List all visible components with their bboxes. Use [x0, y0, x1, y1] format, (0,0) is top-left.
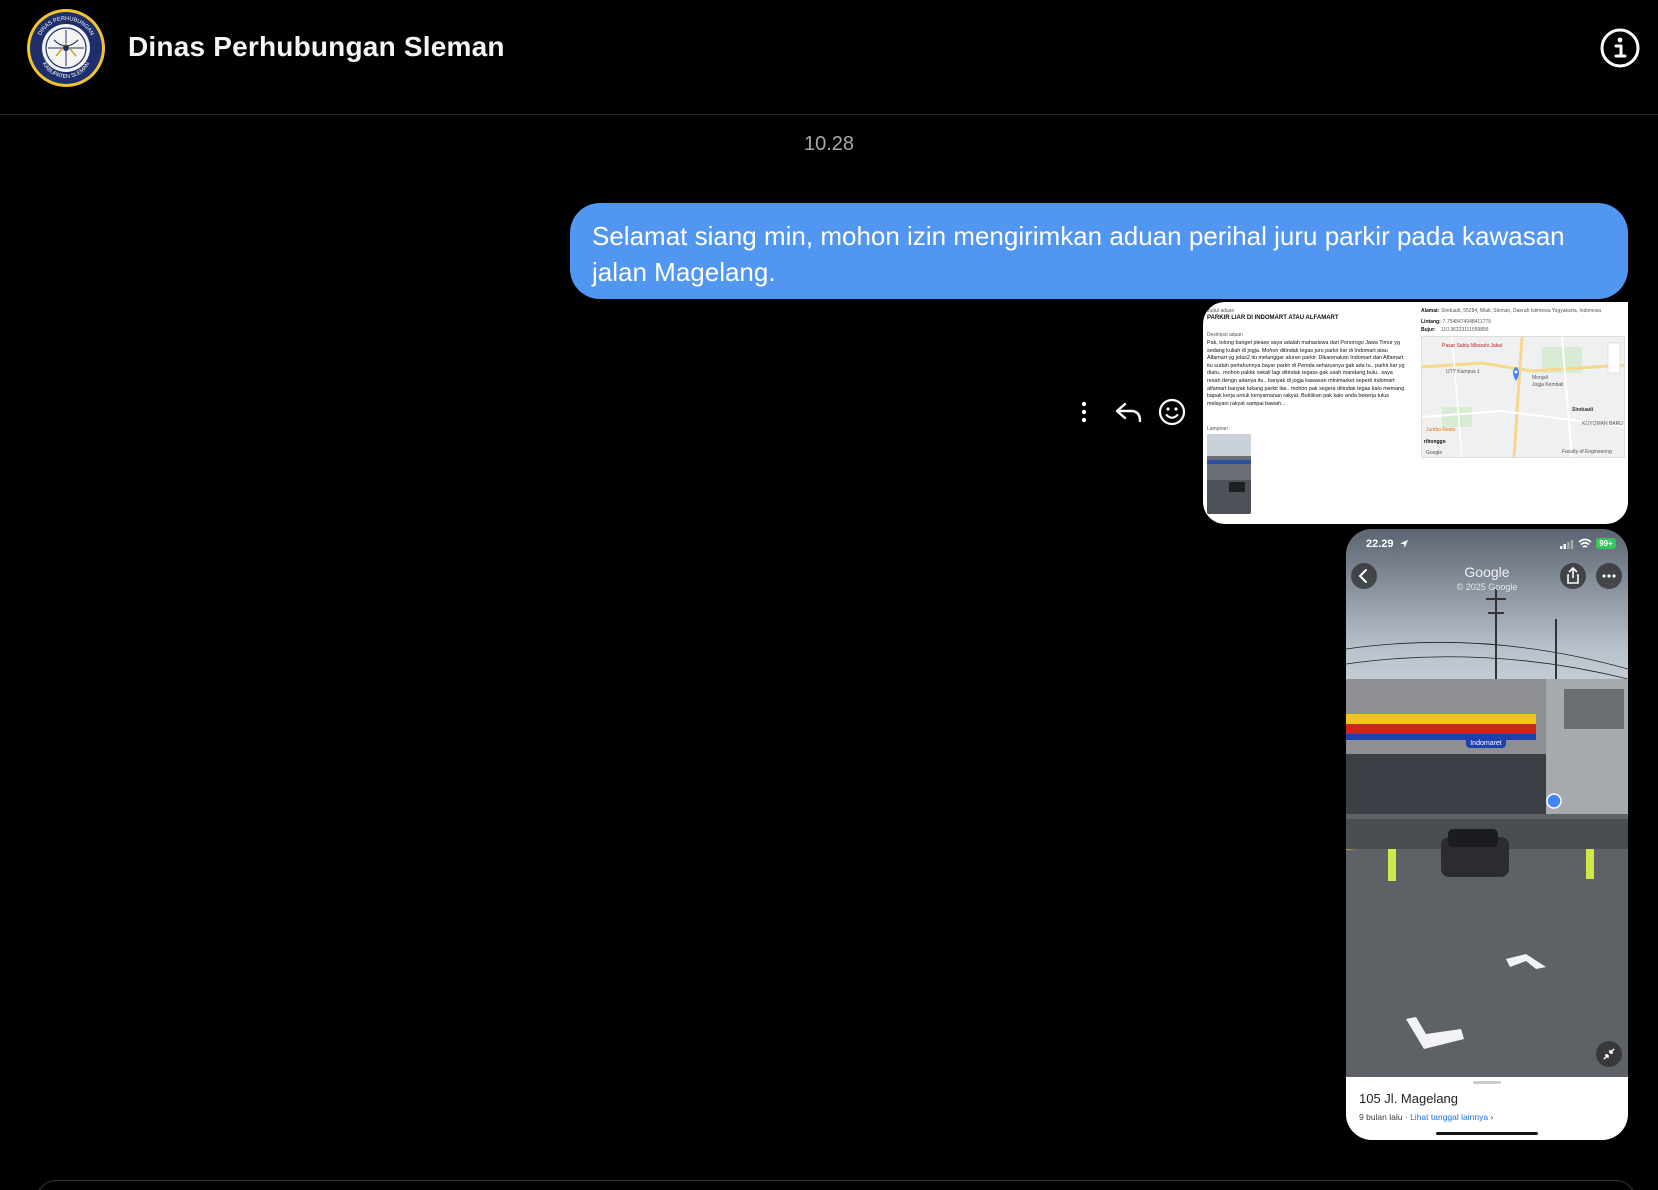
streetview-screenshot-image[interactable]: Indomaret 22.29 99+ Google © 2025 Google… [1346, 529, 1628, 1140]
deskripsi-value: Pak, tolong banget please saya adalah ma… [1207, 340, 1405, 407]
map-label-8: rihonggo [1424, 439, 1446, 445]
map-label-9: Faculty of Engineering [1562, 449, 1612, 455]
chevron-left-icon [1358, 569, 1367, 583]
report-screenshot-image[interactable]: Judul aduan PARKIR LIAR DI INDOMART ATAU… [1203, 302, 1628, 524]
map-label-2: UTY Kampus 1 [1446, 369, 1480, 375]
collapse-arrows-icon [1603, 1048, 1615, 1060]
share-icon [1567, 566, 1579, 584]
message-composer[interactable] [36, 1180, 1636, 1190]
alamat-label: Alamat: [1421, 308, 1440, 314]
phone-status-bar: 22.29 99+ [1346, 529, 1628, 559]
more-horizontal-icon [1602, 574, 1616, 578]
battery-badge: 99+ [1596, 538, 1616, 549]
map-label-1: Pasar Sabtu Mbarahi Jakai [1442, 343, 1503, 349]
streetview-scene: Indomaret [1346, 529, 1628, 1077]
outgoing-message-bubble[interactable]: Selamat siang min, mohon izin mengirimka… [570, 203, 1628, 299]
chat-header: DINAS PERHUBUNGAN KABUPATEN SLEMAN Dinas… [0, 0, 1658, 115]
store-sign-text: Indomaret [1470, 740, 1502, 747]
bujur-label: Bujur: [1421, 327, 1436, 333]
smiley-icon[interactable] [1156, 396, 1188, 428]
map-label-5: Jogja Kembali [1532, 382, 1564, 388]
more-vertical-icon[interactable] [1068, 396, 1100, 428]
drag-handle[interactable] [1473, 1081, 1501, 1084]
map-background [1422, 337, 1624, 457]
share-button[interactable] [1560, 563, 1586, 589]
collapse-button[interactable] [1596, 1041, 1622, 1067]
message-timestamp: 10.28 [803, 133, 855, 155]
see-more-dates-link[interactable]: Lihat tanggal lainnya [1410, 1112, 1488, 1122]
place-address: 105 Jl. Magelang [1359, 1091, 1459, 1106]
lintang-label: Lintang: [1421, 319, 1441, 325]
bujur-value: 110.36223111559856 [1441, 327, 1489, 333]
judul-value: PARKIR LIAR DI INDOMART ATAU ALFAMART [1207, 315, 1339, 321]
location-map: Pasar Sabtu Mbarahi Jakai UTY Kampus 1 S… [1421, 336, 1625, 458]
dishub-sleman-logo-icon[interactable]: DINAS PERHUBUNGAN KABUPATEN SLEMAN [26, 8, 106, 88]
judul-label: Judul aduan [1207, 308, 1235, 314]
map-label-3: Sinduadi [1572, 407, 1594, 413]
info-icon[interactable] [1599, 27, 1641, 69]
wifi-icon [1578, 538, 1592, 548]
lintang-value: -7.7548474948411779 [1441, 319, 1491, 325]
map-google-label: Google [1426, 450, 1443, 456]
reply-icon[interactable] [1113, 396, 1145, 428]
alamat-value: Sinduadi, 55284, Mlati, Sleman, Daerah I… [1441, 308, 1602, 314]
deskripsi-label: Deskripsi aduan [1207, 332, 1243, 338]
capture-time-ago: 9 bulan lalu [1359, 1112, 1403, 1122]
chevron-right-icon: › [1490, 1112, 1494, 1122]
map-label-4: Monjali [1532, 375, 1548, 381]
place-info-panel[interactable]: 105 Jl. Magelang 9 bulan lalu · Lihat ta… [1346, 1077, 1628, 1140]
status-time: 22.29 [1366, 538, 1394, 550]
lampiran-thumbnail [1207, 434, 1251, 514]
lampiran-label: Lampiran [1207, 426, 1228, 432]
location-arrow-icon [1400, 540, 1408, 548]
signal-icon [1560, 540, 1574, 549]
more-options-button[interactable] [1596, 563, 1622, 589]
chat-title[interactable]: Dinas Perhubungan Sleman [128, 31, 505, 63]
home-indicator [1436, 1132, 1538, 1135]
map-label-7: Jumbo Resto [1426, 427, 1456, 433]
capture-date-row: 9 bulan lalu · Lihat tanggal lainnya › [1359, 1112, 1493, 1122]
separator-dot: · [1404, 1112, 1408, 1122]
map-label-6: KOYOMAN BARU [1582, 421, 1623, 427]
back-button[interactable] [1351, 563, 1377, 589]
